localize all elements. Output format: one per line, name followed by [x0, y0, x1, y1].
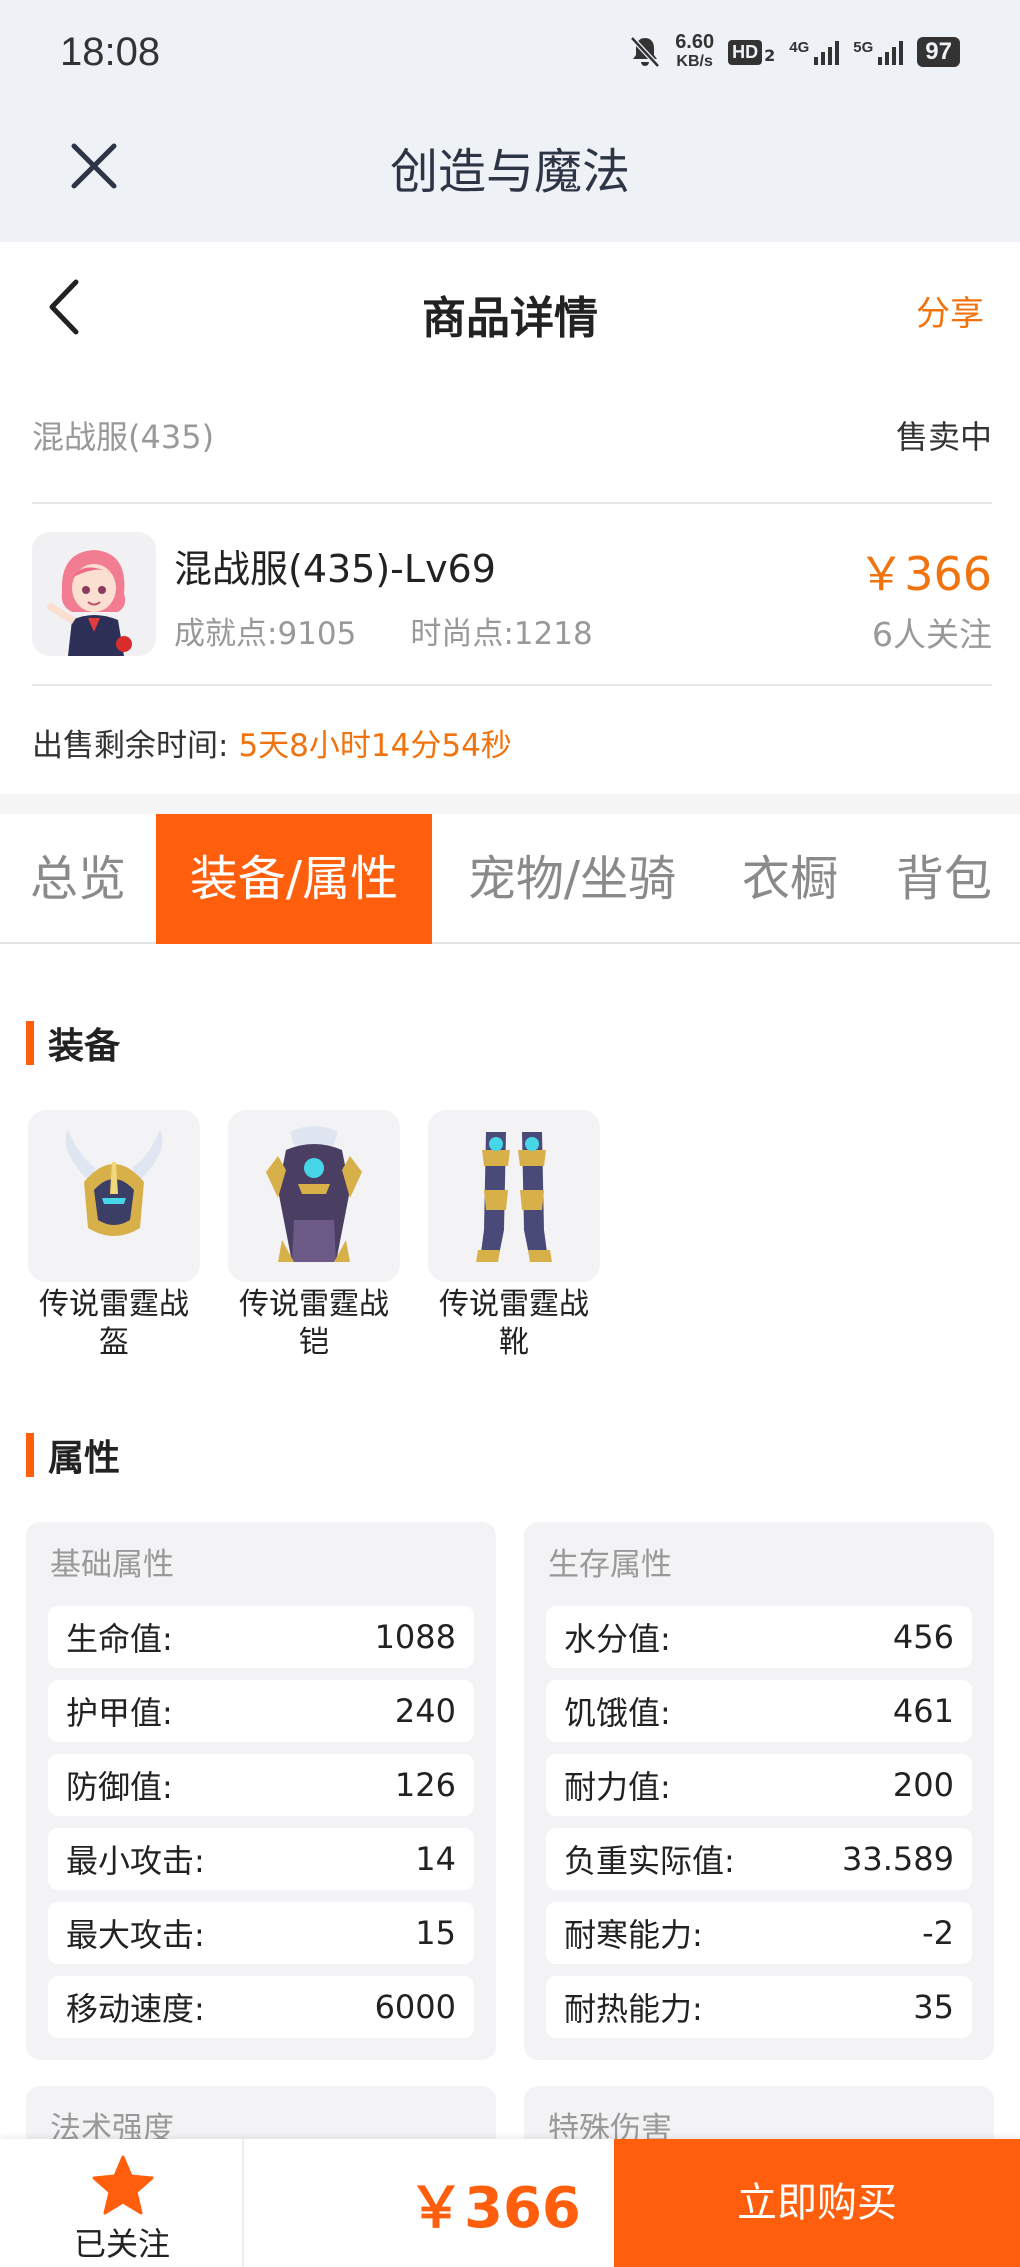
attribute-row: 生命值: 1088 [48, 1606, 474, 1668]
attribute-row: 耐力值: 200 [546, 1754, 972, 1816]
divider [32, 502, 992, 504]
product-stats: 成就点:9105 时尚点:1218 [174, 608, 593, 653]
attribute-row: 负重实际值: 33.589 [546, 1828, 972, 1890]
share-button[interactable]: 分享 [916, 286, 984, 335]
nav-bar: 商品详情 分享 [0, 242, 1020, 372]
equipment-item[interactable]: 传说雷霆战盔 [28, 1110, 200, 1362]
character-portrait-icon [32, 532, 156, 656]
remaining-time-value: 5天8小时14分54秒 [238, 728, 512, 764]
survival-attributes-card: 生存属性 水分值: 456 饥饿值: 461 耐力值: 200 负重实际值: 33.58… [524, 1522, 994, 2060]
armor-icon [228, 1110, 400, 1282]
attribute-row: 最大攻击: 15 [48, 1902, 474, 1964]
sale-status: 售卖中 [895, 418, 992, 456]
helmet-icon [28, 1110, 200, 1282]
tab-equipment-attributes[interactable]: 装备/属性 [156, 814, 432, 944]
bottom-action-bar: 已关注 ￥366 立即购买 [0, 2139, 1020, 2267]
tab-backpack[interactable]: 背包 [868, 814, 1020, 944]
status-icons: 6.60 KB/s HD 2 4G 5G 97 [629, 30, 960, 74]
character-avatar [32, 532, 156, 656]
product-price: ￥366 [858, 547, 992, 601]
basic-attributes-title: 基础属性 [50, 1547, 174, 1583]
achievement-points: 成就点:9105 [174, 616, 357, 652]
app-title: 创造与魔法 [389, 144, 630, 200]
attribute-row: 水分值: 456 [546, 1606, 972, 1668]
tab-wardrobe[interactable]: 衣橱 [712, 814, 868, 944]
attribute-row: 移动速度: 6000 [48, 1976, 474, 2038]
signal-4g-icon: 4G [789, 39, 840, 65]
fashion-points: 时尚点:1218 [410, 616, 593, 652]
product-card[interactable]: 混战服(435)-Lv69 成就点:9105 时尚点:1218 ￥366 6人关… [32, 530, 992, 660]
buy-now-button[interactable]: 立即购买 [614, 2139, 1020, 2267]
tab-pets-mounts[interactable]: 宠物/坐骑 [432, 814, 712, 944]
remaining-time-label: 出售剩余时间: [32, 728, 229, 764]
battery-icon: 97 [917, 37, 960, 67]
attributes-section-header: 属性 [26, 1432, 121, 1479]
hd-voice-icon: HD 2 [728, 39, 775, 65]
attribute-row: 护甲值: 240 [48, 1680, 474, 1742]
boots-icon [428, 1110, 600, 1282]
remaining-time: 出售剩余时间: 5天8小时14分54秒 [32, 720, 512, 765]
equipment-item[interactable]: 传说雷霆战铠 [228, 1110, 400, 1362]
attribute-row: 饥饿值: 461 [546, 1680, 972, 1742]
attributes-section-title: 属性 [48, 1438, 121, 1479]
section-accent-bar [26, 1433, 34, 1477]
follow-button[interactable]: 已关注 [0, 2139, 244, 2267]
follower-count: 6人关注 [872, 615, 992, 654]
bottom-price: ￥366 [408, 2176, 581, 2241]
divider [32, 684, 992, 686]
equipment-name: 传说雷霆战铠 [239, 1287, 389, 1360]
tab-overview[interactable]: 总览 [0, 814, 156, 944]
page-title: 商品详情 [422, 293, 598, 344]
equipment-name: 传说雷霆战盔 [39, 1287, 189, 1360]
sale-info-row: 混战服(435) 售卖中 [32, 410, 992, 460]
equipment-name: 传说雷霆战靴 [439, 1287, 589, 1360]
equipment-section-title: 装备 [48, 1026, 121, 1067]
star-icon [92, 2155, 154, 2215]
attribute-row: 耐热能力: 35 [546, 1976, 972, 2038]
server-name: 混战服(435) [32, 418, 215, 456]
signal-5g-icon: 5G [853, 39, 904, 65]
attribute-row: 防御值: 126 [48, 1754, 474, 1816]
status-time: 18:08 [60, 30, 161, 74]
app-bar: 创造与魔法 [0, 110, 1020, 242]
attribute-row: 耐寒能力: -2 [546, 1902, 972, 1964]
survival-attributes-title: 生存属性 [548, 1547, 672, 1583]
mute-bell-icon [630, 36, 661, 68]
section-accent-bar [26, 1021, 34, 1065]
attribute-row: 最小攻击: 14 [48, 1828, 474, 1890]
equipment-section-header: 装备 [26, 1020, 121, 1067]
follow-label: 已关注 [73, 2225, 170, 2263]
net-speed: 6.60 KB/s [675, 31, 715, 70]
status-bar: 18:08 6.60 KB/s HD 2 4G 5G 97 [0, 0, 1020, 110]
tab-bar: 总览 装备/属性 宠物/坐骑 衣橱 背包 [0, 814, 1020, 944]
basic-attributes-card: 基础属性 生命值: 1088 护甲值: 240 防御值: 126 最小攻击: 14 最大… [26, 1522, 496, 2060]
product-title: 混战服(435)-Lv69 [174, 547, 496, 591]
section-gap [0, 794, 1020, 814]
equipment-item[interactable]: 传说雷霆战靴 [428, 1110, 600, 1362]
equipment-list: 传说雷霆战盔 传说雷霆战铠 传说雷霆战靴 [28, 1110, 600, 1362]
